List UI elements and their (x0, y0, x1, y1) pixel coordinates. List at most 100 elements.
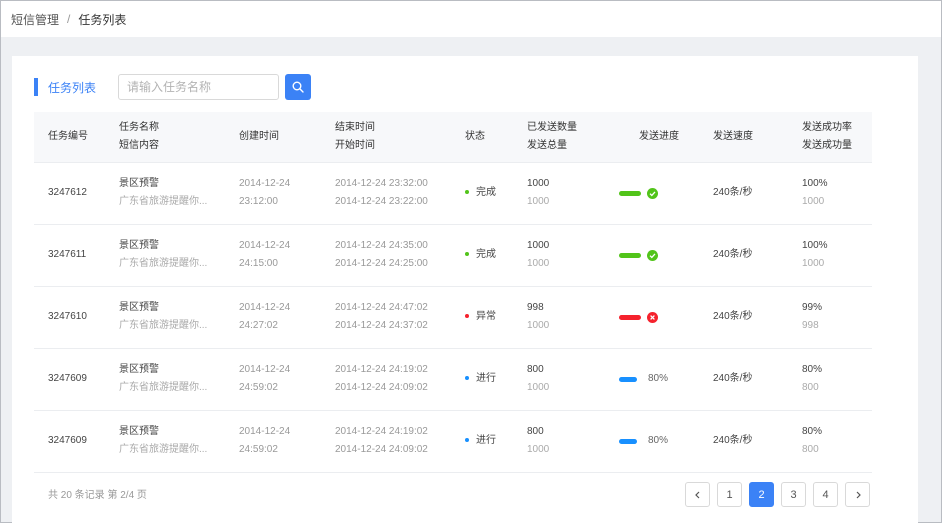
status-dot (465, 190, 469, 195)
progress-percent: 80% (648, 435, 669, 446)
table-cell: 240条/秒 (699, 348, 788, 411)
end-time: 2014-12-24 23:32:00 (335, 178, 428, 189)
start-time: 2014-12-24 23:22:00 (335, 196, 428, 207)
status-dot (465, 376, 469, 381)
success-rate: 99% (802, 302, 823, 313)
total-count: 1000 (527, 382, 550, 393)
pagination: 1234 (685, 482, 870, 507)
task-id: 3247609 (48, 435, 87, 446)
created-time: 23:12:00 (239, 196, 278, 207)
table-cell: 2014-12-24 24:47:02 2014-12-24 24:37:02 (321, 286, 451, 349)
table-cell: 80% (605, 410, 699, 473)
chevron-right-icon (856, 491, 861, 498)
table-cell: 2014-12-24 23:32:00 2014-12-24 23:22:00 (321, 161, 451, 225)
status-badge: 进行 (465, 370, 513, 388)
column-header-label: 发送速度 (713, 130, 753, 142)
prev-page-button[interactable] (685, 482, 710, 507)
table-row[interactable]: 3247609 景区预警 广东省旅游提醒你... 2014-12-24 24:59:02… (34, 410, 872, 473)
table-cell (605, 161, 699, 225)
table-header-row: 任务编号 任务名称 短信内容 创建时间 结束时间 开始时间 状态 已发送数量 发送总量 发送进度发… (34, 112, 872, 162)
column-header: 已发送数量 发送总量 (513, 112, 605, 162)
created-date: 2014-12-24 (239, 426, 291, 437)
column-header: 任务编号 (34, 112, 105, 162)
send-progress: 80% (619, 432, 699, 450)
table-cell: 240条/秒 (699, 224, 788, 287)
table-cell: 完成 (451, 161, 513, 225)
start-time: 2014-12-24 24:25:00 (335, 258, 428, 269)
table-cell: 80% (605, 348, 699, 411)
error-icon (647, 311, 658, 323)
send-progress (619, 187, 699, 199)
status-dot (465, 252, 469, 257)
task-id: 3247610 (48, 311, 87, 322)
created-date: 2014-12-24 (239, 302, 291, 313)
table-row[interactable]: 3247610 景区预警 广东省旅游提醒你... 2014-12-24 24:27:02… (34, 286, 872, 349)
status-badge: 完成 (465, 184, 513, 202)
column-header: 发送速度 (699, 112, 788, 162)
breadcrumb-parent[interactable]: 短信管理 (11, 11, 59, 28)
table-cell: 2014-12-24 24:59:02 (225, 410, 321, 473)
table-cell: 完成 (451, 224, 513, 287)
status-text: 异常 (476, 311, 496, 322)
table-cell: 景区预警广东省旅游提醒你... (105, 224, 225, 287)
table-row[interactable]: 3247612 景区预警 广东省旅游提醒你... 2014-12-24 23:12:00… (34, 161, 872, 225)
table-row[interactable]: 3247609 景区预警 广东省旅游提醒你... 2014-12-24 24:59:02… (34, 348, 872, 411)
send-progress (619, 311, 699, 323)
task-name: 景区预警 (119, 364, 159, 375)
next-page-button[interactable] (845, 482, 870, 507)
success-rate: 80% (802, 364, 823, 375)
progress-bar (619, 190, 641, 196)
task-name: 景区预警 (119, 240, 159, 251)
success-count: 800 (802, 444, 819, 455)
search-icon (292, 81, 304, 93)
table-cell: 240条/秒 (699, 161, 788, 225)
check-icon (647, 187, 658, 199)
created-time: 24:59:02 (239, 444, 278, 455)
success-count: 1000 (802, 196, 825, 207)
table-cell: 2014-12-24 24:35:00 2014-12-24 24:25:00 (321, 224, 451, 287)
table-cell: 800 1000 (513, 410, 605, 473)
success-rate: 100% (802, 178, 828, 189)
table-cell: 80% 800 (788, 410, 872, 473)
end-time: 2014-12-24 24:19:02 (335, 364, 428, 375)
table-cell: 3247609 (34, 410, 105, 473)
search-input[interactable] (118, 74, 280, 100)
sent-count: 1000 (527, 240, 550, 251)
table-cell: 3247610 (34, 286, 105, 349)
task-name: 景区预警 (119, 302, 159, 313)
page-4-button[interactable]: 4 (813, 482, 838, 507)
column-header-label: 状态 (465, 130, 485, 142)
column-header: 创建时间 (225, 112, 321, 162)
sms-content: 广东省旅游提醒你... (119, 258, 208, 269)
created-date: 2014-12-24 (239, 364, 291, 375)
total-count: 1000 (527, 444, 550, 455)
table-cell: 2014-12-24 23:12:00 (225, 161, 321, 225)
table-cell: 3247612 (34, 161, 105, 225)
page-3-button[interactable]: 3 (781, 482, 806, 507)
success-count: 998 (802, 320, 819, 331)
total-count: 1000 (527, 196, 550, 207)
breadcrumb: 短信管理 / 任务列表 (1, 1, 941, 37)
card-header: 任务列表 (34, 74, 314, 100)
table-cell: 异常 (451, 286, 513, 349)
column-header-label: 发送成功率 (802, 121, 852, 133)
table-cell: 3247611 (34, 224, 105, 287)
task-id: 3247612 (48, 187, 87, 198)
table-row[interactable]: 3247611 景区预警 广东省旅游提醒你... 2014-12-24 24:15:00… (34, 224, 872, 287)
created-time: 24:27:02 (239, 320, 278, 331)
table-cell: 80% 800 (788, 348, 872, 411)
table-cell: 景区预警 广东省旅游提醒你... (105, 410, 225, 473)
table-cell: 240条/秒 (699, 286, 788, 349)
created-date: 2014-12-24 (239, 178, 291, 189)
total-count: 1000 (527, 320, 550, 331)
send-speed: 240条/秒 (713, 311, 753, 322)
page-1-button[interactable]: 1 (717, 482, 742, 507)
table-cell: 800 1000 (513, 348, 605, 411)
success-rate: 80% (802, 426, 823, 437)
card-title: 任务列表 (48, 80, 97, 95)
column-header-label: 任务编号 (48, 130, 88, 142)
search-button[interactable] (285, 74, 312, 100)
page-2-button[interactable]: 2 (749, 482, 774, 507)
table-cell: 景区预警 广东省旅游提醒你... (105, 161, 225, 225)
status-text: 完成 (476, 187, 496, 198)
